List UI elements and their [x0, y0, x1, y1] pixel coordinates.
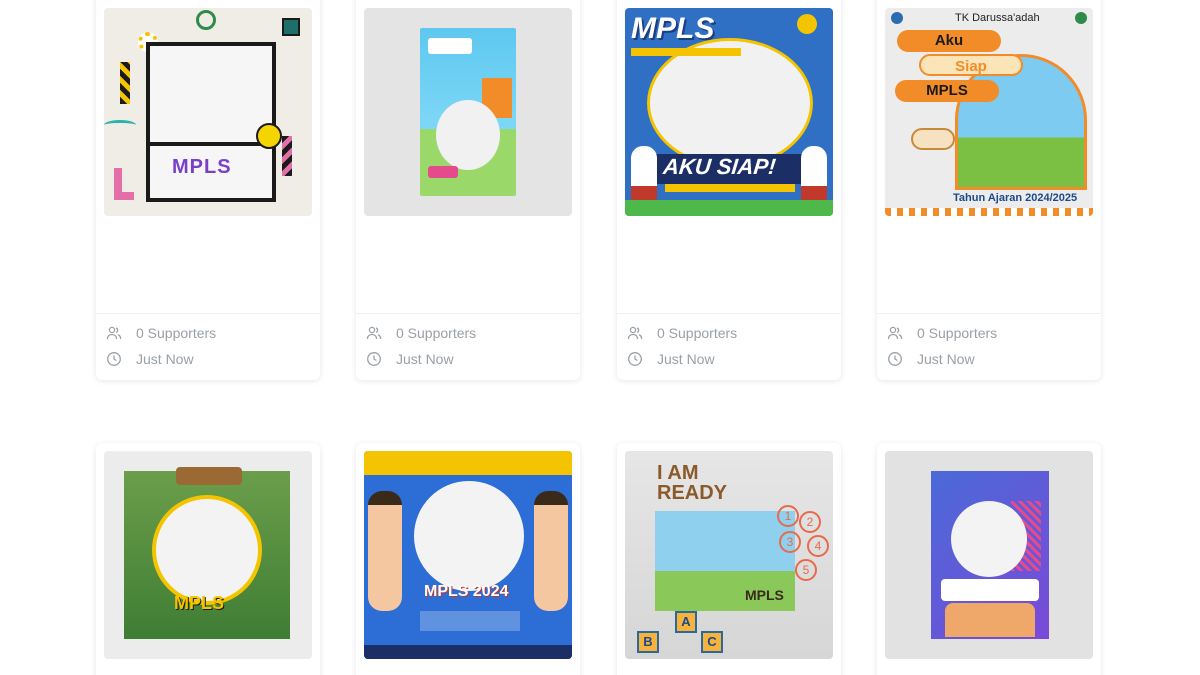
twibbon-frame-thumbnail[interactable]: MPLS 2024 [364, 451, 572, 659]
school-logo [797, 14, 817, 34]
decor-grass [625, 200, 833, 216]
users-icon [887, 326, 903, 340]
frame-title: MPLS [631, 12, 715, 45]
number-bubble: 4 [807, 535, 829, 557]
campaign-card[interactable]: MPLS [96, 443, 320, 675]
frame-tag [428, 166, 458, 178]
created-time: Just Now [396, 351, 454, 367]
frame-pill: Siap [919, 54, 1023, 76]
supporters-row: 0 Supporters [106, 320, 310, 346]
supporters-row: 0 Supporters [366, 320, 570, 346]
users-icon [106, 326, 122, 340]
created-time: Just Now [917, 351, 975, 367]
school-logo-right [1075, 12, 1087, 24]
frame-caption-box [420, 611, 520, 631]
clock-icon [367, 352, 381, 366]
photo-window [951, 501, 1027, 577]
decor-wave [104, 120, 136, 130]
created-time: Just Now [657, 351, 715, 367]
users-icon [627, 326, 643, 340]
twibbon-frame-thumbnail[interactable]: MPLS [104, 451, 312, 659]
frame-title-line-1: I AM [657, 462, 699, 484]
frame-subtitle: MPLS [745, 587, 784, 603]
letter-block: B [637, 631, 659, 653]
number-bubble: 5 [795, 559, 817, 581]
decor-zigzag-right [282, 136, 292, 176]
number-bubble: 1 [777, 505, 799, 527]
time-row: Just Now [366, 346, 570, 372]
campaign-card[interactable]: 0 Supporters Just Now [356, 0, 580, 380]
clock-icon [107, 352, 121, 366]
frame-pill: MPLS [895, 80, 999, 102]
number-bubble: 3 [779, 531, 801, 553]
frame-banner: AKU SIAP! [651, 154, 809, 184]
decor-cloud [911, 128, 955, 150]
time-row: Just Now [887, 346, 1091, 372]
frame-pill: Aku [897, 30, 1001, 52]
letter-block: C [701, 631, 723, 653]
card-meta: 0 Supporters Just Now [617, 313, 841, 380]
twibbon-frame-thumbnail[interactable] [364, 8, 572, 216]
frame-caption-box [941, 579, 1039, 601]
campaign-card[interactable]: MPLS AKU SIAP! 0 Supporters Just Now [617, 0, 841, 380]
campaign-card[interactable]: MPLS 0 Supporters Just Now [96, 0, 320, 380]
frame-header-band [364, 451, 572, 475]
twibbon-frame-thumbnail[interactable]: MPLS AKU SIAP! [625, 8, 833, 216]
users-icon [366, 326, 382, 340]
kid-illustration-right [801, 146, 827, 200]
frame-footer [364, 645, 572, 659]
supporters-count: 0 Supporters [136, 325, 217, 341]
campaign-card[interactable]: I AM READY 1 2 3 4 5 MPLS B A C [617, 443, 841, 675]
people-illustration [945, 603, 1035, 637]
decor-letter-l [114, 168, 134, 200]
decor-wood-sign [176, 467, 242, 485]
kid-illustration-left [368, 491, 402, 611]
photo-window [152, 495, 262, 605]
time-row: Just Now [627, 346, 831, 372]
smiley-sticker [256, 123, 282, 149]
frame-school-name: TK Darussa'adah [955, 12, 1040, 24]
frame-title-line-2: READY [657, 482, 728, 504]
kid-illustration-left [631, 146, 657, 200]
supporters-count: 0 Supporters [657, 325, 738, 341]
card-meta: 0 Supporters Just Now [96, 313, 320, 380]
photo-window [655, 511, 795, 571]
letter-block: A [675, 611, 697, 633]
frame-title: I AM READY [657, 463, 727, 503]
clock-icon [628, 352, 642, 366]
twibbon-frame-thumbnail[interactable]: MPLS [104, 8, 312, 216]
twibbon-frame-thumbnail[interactable]: TK Darussa'adah Aku Siap MPLS Tahun Ajar… [885, 8, 1093, 216]
card-meta: 0 Supporters Just Now [356, 313, 580, 380]
frame-title: MPLS 2024 [424, 583, 509, 600]
photo-window [647, 38, 813, 168]
campaign-card[interactable] [877, 443, 1101, 675]
decor-checker [885, 208, 1093, 216]
campaign-card[interactable]: TK Darussa'adah Aku Siap MPLS Tahun Ajar… [877, 0, 1101, 380]
frame-year: Tahun Ajaran 2024/2025 [953, 192, 1078, 204]
supporters-count: 0 Supporters [917, 325, 998, 341]
supporters-row: 0 Supporters [887, 320, 1091, 346]
photo-window [414, 481, 524, 591]
twibbon-frame-thumbnail[interactable] [885, 451, 1093, 659]
frame-title: MPLS [172, 156, 232, 178]
decor-zigzag [120, 62, 130, 104]
supporters-row: 0 Supporters [627, 320, 831, 346]
frame-title: MPLS [174, 593, 225, 613]
campaign-card[interactable]: MPLS 2024 [356, 443, 580, 675]
twibbon-frame-thumbnail[interactable]: I AM READY 1 2 3 4 5 MPLS B A C [625, 451, 833, 659]
decor-bar [665, 184, 795, 192]
time-row: Just Now [106, 346, 310, 372]
frame-header-box [428, 38, 472, 54]
clock-icon [888, 352, 902, 366]
school-logo [196, 10, 216, 30]
photo-window [436, 100, 500, 170]
decor-stripe [631, 48, 741, 56]
created-time: Just Now [136, 351, 194, 367]
supporters-count: 0 Supporters [396, 325, 477, 341]
number-bubble: 2 [799, 511, 821, 533]
school-logo [891, 12, 903, 24]
card-meta: 0 Supporters Just Now [877, 313, 1101, 380]
decor-square [282, 18, 300, 36]
kid-illustration-right [534, 491, 568, 611]
